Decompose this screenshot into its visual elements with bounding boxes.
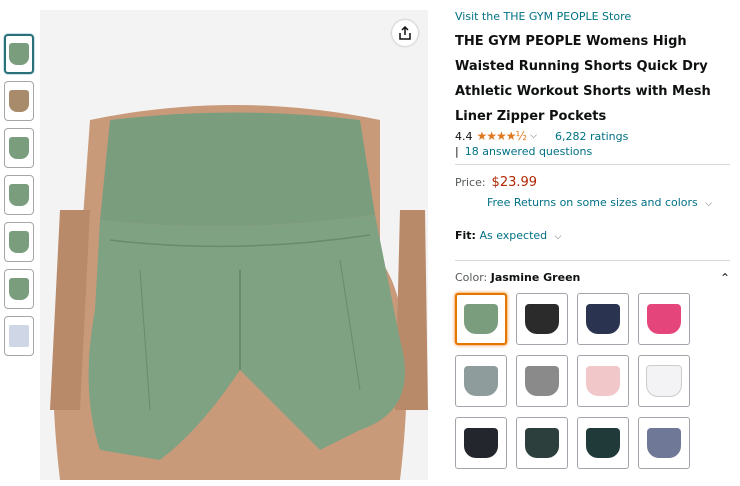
swatch-image [464,304,498,334]
swatch-image [647,304,681,334]
share-icon [399,26,411,40]
color-label: Color: [455,271,488,284]
swatch-image [525,366,559,396]
rating-row: 4.4 ★★★★½ ⌵ 6,282 ratings [455,129,730,143]
thumb-image [9,278,29,300]
thumbnail-1[interactable] [4,34,34,74]
fit-value-link[interactable]: As expected [479,229,547,242]
separator: | [455,145,459,158]
free-returns-link[interactable]: Free Returns on some sizes and colors ⌵ [487,196,730,209]
price-label: Price: [455,176,486,189]
swatch-image [525,428,559,458]
thumbnail-6[interactable] [4,269,34,309]
thumbnail-5[interactable] [4,222,34,262]
swatch-slate-blue[interactable] [638,417,690,469]
color-value: Jasmine Green [490,271,581,284]
rating-value: 4.4 [455,129,473,143]
swatch-blue-gray[interactable] [455,355,507,407]
product-title: THE GYM PEOPLE Womens High Waisted Runni… [455,29,730,129]
thumb-image [9,137,29,159]
star-rating-icon[interactable]: ★★★★½ [477,129,528,143]
product-main-image[interactable] [40,10,428,480]
swatch-teal[interactable] [577,417,629,469]
free-returns-text: Free Returns on some sizes and colors [487,196,698,209]
swatch-navy[interactable] [577,293,629,345]
swatch-black[interactable] [516,293,568,345]
title-line: Liner Zipper Pockets [455,109,607,124]
swatch-image [586,304,620,334]
swatch-pink[interactable] [638,293,690,345]
answered-questions: | 18 answered questions [455,145,730,165]
ratings-count-link[interactable]: 6,282 ratings [555,130,628,143]
store-link[interactable]: Visit the THE GYM PEOPLE Store [455,10,730,23]
swatch-gray[interactable] [516,355,568,407]
thumbnail-strip [4,34,36,363]
swatch-light-pink[interactable] [577,355,629,407]
price-amount: $23.99 [491,175,538,190]
swatch-image [647,428,681,458]
color-selection: Color: Jasmine Green [455,271,580,285]
swatch-image [525,304,559,334]
product-photo-illustration [40,10,428,480]
thumbnail-2[interactable] [4,81,34,121]
share-button[interactable] [392,20,418,46]
price-row: Price: $23.99 [455,175,730,190]
thumbnail-3[interactable] [4,128,34,168]
thumbnail-7[interactable] [4,316,34,356]
thumbnail-4[interactable] [4,175,34,215]
swatch-dark-print[interactable] [455,417,507,469]
color-row: Color: Jasmine Green ⌃ [455,271,730,285]
thumb-image [9,43,29,65]
chevron-up-icon[interactable]: ⌃ [720,271,730,285]
swatch-jasmine-green[interactable] [455,293,507,345]
fit-row: Fit: As expected ⌵ [455,229,730,261]
chevron-down-icon[interactable]: ⌵ [530,131,537,141]
chevron-down-icon[interactable]: ⌵ [555,232,562,242]
thumb-image [9,90,29,112]
swatch-image [586,428,620,458]
title-line: Athletic Workout Shorts with Mesh [455,84,711,99]
answered-questions-link[interactable]: 18 answered questions [465,145,592,158]
swatch-dark-green[interactable] [516,417,568,469]
swatch-white[interactable] [638,355,690,407]
swatch-image [464,428,498,458]
title-line: THE GYM PEOPLE Womens High [455,34,687,49]
product-info: Visit the THE GYM PEOPLE Store THE GYM P… [455,8,730,469]
chevron-down-icon: ⌵ [705,199,713,209]
color-swatches [455,293,730,469]
thumb-image [9,231,29,253]
title-line: Waisted Running Shorts Quick Dry [455,59,708,74]
swatch-image [586,366,620,396]
swatch-image [464,366,498,396]
thumb-size-chart [9,325,29,347]
swatch-image [646,365,682,397]
fit-label: Fit: [455,229,476,242]
thumb-image [9,184,29,206]
